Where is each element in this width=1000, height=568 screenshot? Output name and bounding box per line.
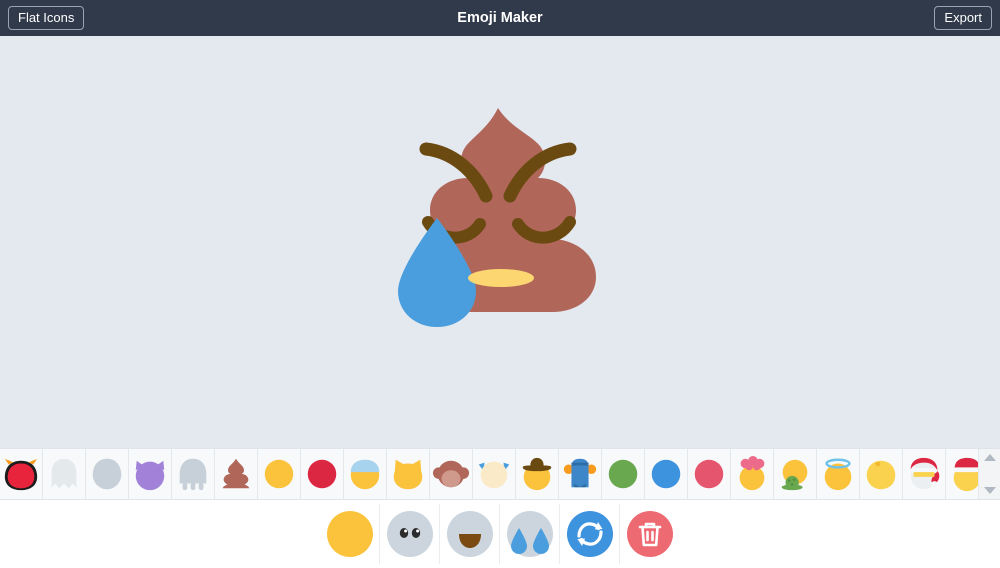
mouth-icon <box>446 511 493 557</box>
strip-item-brown-monkey-face[interactable] <box>430 449 473 499</box>
icon-strip[interactable] <box>0 448 1000 500</box>
strip-item-purple-devil-head[interactable] <box>129 449 172 499</box>
tears-icon <box>506 511 553 557</box>
strip-item-cream-face-blue-bows[interactable] <box>473 449 516 499</box>
scroll-up-icon[interactable] <box>983 454 996 461</box>
bottom-toolbar <box>0 500 1000 568</box>
eyes-button[interactable] <box>380 504 440 564</box>
eyes-icon <box>386 511 433 557</box>
strip-item-green-circle-face[interactable] <box>602 449 645 499</box>
strip-item-yellow-face-pink-flowers[interactable] <box>731 449 774 499</box>
strip-item-pink-circle-face[interactable] <box>688 449 731 499</box>
shuffle-button[interactable] <box>560 504 620 564</box>
strip-item-yellow-face-green-bush[interactable] <box>774 449 817 499</box>
strip-item-blue-circle-face[interactable] <box>645 449 688 499</box>
app-title: Emoji Maker <box>457 10 543 26</box>
strip-item-red-monster-head[interactable] <box>0 449 43 499</box>
strip-item-gray-ghost-legs[interactable] <box>172 449 215 499</box>
strip-item-gray-alien-head[interactable] <box>86 449 129 499</box>
app-header: Flat Icons Emoji Maker Export <box>0 0 1000 36</box>
strip-item-yellow-face-halo[interactable] <box>817 449 860 499</box>
mouth-shape <box>468 269 534 287</box>
delete-button[interactable] <box>620 504 680 564</box>
strip-item-yellow-circle-face[interactable] <box>258 449 301 499</box>
emoji-maker-app: Flat Icons Emoji Maker Export <box>0 0 1000 568</box>
emoji-canvas[interactable] <box>0 36 1000 448</box>
strip-item-blue-robot-figure[interactable] <box>559 449 602 499</box>
strip-item-white-ghost[interactable] <box>43 449 86 499</box>
strip-item-yellow-face-curl[interactable] <box>860 449 903 499</box>
strip-item-santa-face-red-hat[interactable] <box>903 449 946 499</box>
strip-item-yellow-face-cowboy-hat[interactable] <box>516 449 559 499</box>
strip-item-yellow-face-santa-hat[interactable] <box>946 449 978 499</box>
base-shape-button[interactable] <box>320 504 380 564</box>
icon-strip-scroll[interactable] <box>0 449 978 499</box>
strip-item-yellow-face-blue-cap[interactable] <box>344 449 387 499</box>
icon-strip-scrollbar[interactable] <box>978 449 1000 499</box>
yellow-circle-icon <box>326 511 373 557</box>
export-button[interactable]: Export <box>934 6 992 30</box>
refresh-icon <box>566 511 613 557</box>
trash-icon <box>627 511 673 557</box>
strip-item-yellow-cat-face[interactable] <box>387 449 430 499</box>
emoji-preview[interactable] <box>370 100 630 360</box>
tears-button[interactable] <box>500 504 560 564</box>
flat-icons-button[interactable]: Flat Icons <box>8 6 85 30</box>
mouth-button[interactable] <box>440 504 500 564</box>
strip-item-red-circle-face[interactable] <box>301 449 344 499</box>
strip-item-brown-poop[interactable] <box>215 449 258 499</box>
scroll-down-icon[interactable] <box>983 487 996 494</box>
